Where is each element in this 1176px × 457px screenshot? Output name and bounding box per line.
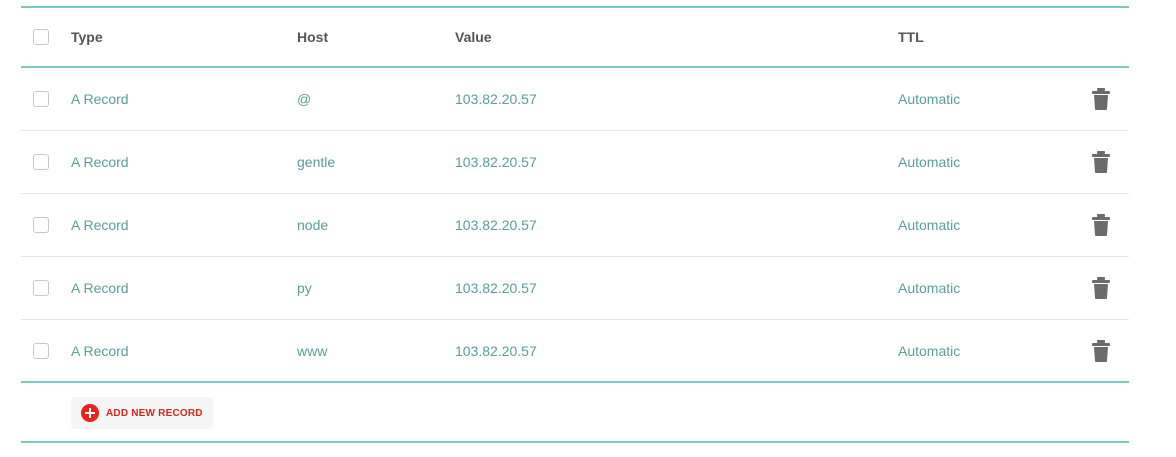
record-ttl: Automatic (898, 91, 961, 107)
delete-record-button[interactable] (1090, 131, 1112, 193)
record-value: 103.82.20.57 (455, 280, 537, 296)
table-row: A Record gentle 103.82.20.57 Automatic (21, 131, 1129, 194)
header-type[interactable]: Type (71, 8, 103, 66)
delete-record-button[interactable] (1090, 257, 1112, 319)
table-row: A Record node 103.82.20.57 Automatic (21, 194, 1129, 257)
row-checkbox-cell (33, 194, 49, 256)
header-ttl[interactable]: TTL (898, 8, 924, 66)
table-header: Type Host Value TTL (21, 8, 1129, 68)
record-host: www (297, 342, 328, 359)
record-value: 103.82.20.57 (455, 91, 537, 107)
table-row: A Record py 103.82.20.57 Automatic (21, 257, 1129, 320)
table-row: A Record @ 103.82.20.57 Automatic (21, 68, 1129, 131)
record-type: A Record (71, 154, 129, 170)
record-ttl: Automatic (898, 342, 961, 359)
record-value: 103.82.20.57 (455, 342, 537, 359)
record-type: A Record (71, 91, 129, 107)
add-new-record-label: ADD NEW RECORD (106, 407, 203, 419)
row-checkbox[interactable] (33, 154, 49, 170)
record-type: A Record (71, 280, 129, 296)
record-host: node (297, 217, 329, 233)
row-checkbox[interactable] (33, 342, 49, 359)
trash-icon[interactable] (1090, 276, 1112, 300)
record-ttl: Automatic (898, 154, 961, 170)
row-checkbox[interactable] (33, 217, 49, 233)
plus-circle-icon (81, 404, 99, 422)
table-row: A Record www 103.82.20.57 Automatic (21, 320, 1129, 383)
trash-icon[interactable] (1090, 339, 1112, 363)
dns-records-table: Type Host Value TTL A Record @ 103.82.20… (21, 6, 1129, 443)
header-host[interactable]: Host (297, 8, 328, 66)
row-checkbox-cell (33, 257, 49, 319)
record-value: 103.82.20.57 (455, 154, 537, 170)
record-ttl: Automatic (898, 280, 961, 296)
trash-icon[interactable] (1090, 213, 1112, 237)
trash-icon[interactable] (1090, 87, 1112, 111)
record-type: A Record (71, 217, 129, 233)
record-host: @ (297, 91, 312, 107)
header-value[interactable]: Value (455, 8, 492, 66)
select-all-checkbox[interactable] (33, 29, 49, 45)
delete-record-button[interactable] (1090, 68, 1112, 130)
row-checkbox-cell (33, 68, 49, 130)
delete-record-button[interactable] (1090, 194, 1112, 256)
row-checkbox[interactable] (33, 91, 49, 107)
record-value: 103.82.20.57 (455, 217, 537, 233)
row-checkbox-cell (33, 131, 49, 193)
record-type: A Record (71, 342, 129, 359)
delete-record-button[interactable] (1090, 320, 1112, 381)
record-host: gentle (297, 154, 336, 170)
add-new-record-button[interactable]: ADD NEW RECORD (71, 397, 213, 429)
row-checkbox-cell (33, 320, 49, 381)
record-ttl: Automatic (898, 217, 961, 233)
header-checkbox-cell (33, 8, 49, 66)
table-footer: ADD NEW RECORD (21, 383, 1129, 443)
trash-icon[interactable] (1090, 150, 1112, 174)
record-host: py (297, 280, 312, 296)
row-checkbox[interactable] (33, 280, 49, 296)
